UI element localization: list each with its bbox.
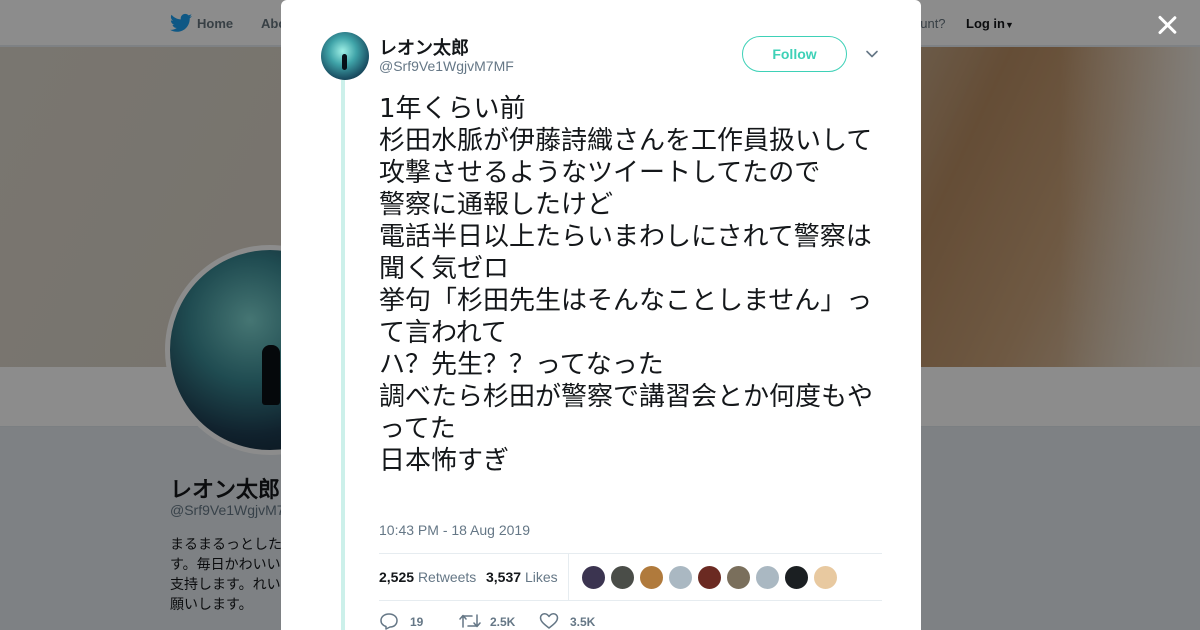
likes-label: Likes [524,569,558,585]
likes-stat[interactable]: 3,537 Likes [486,569,558,585]
liker-avatar-9[interactable] [813,565,838,590]
liker-avatar-8[interactable] [784,565,809,590]
author-avatar[interactable] [321,32,369,80]
author-name[interactable]: レオン太郎 [379,34,469,60]
liker-avatar-5[interactable] [697,565,722,590]
author-handle[interactable]: @Srf9Ve1WgjvM7MF [379,58,514,74]
retweet-icon [459,614,481,628]
like-action-count: 3.5K [570,615,596,629]
close-icon[interactable] [1154,12,1180,38]
stats-divider [568,554,569,601]
liker-avatar-7[interactable] [755,565,780,590]
retweet-action-count: 2.5K [490,615,516,629]
chevron-down-icon[interactable] [865,47,879,61]
reply-count: 19 [410,615,424,629]
thread-line [341,80,345,630]
liker-avatar-3[interactable] [639,565,664,590]
heart-icon [539,613,559,629]
avatar-figure [342,54,347,70]
tweet-stats: 2,525 Retweets 3,537 Likes [379,553,882,601]
retweets-label: Retweets [417,569,477,585]
tweet-text: 1年くらい前 杉田水脈が伊藤詩織さんを工作員扱いして 攻撃させるようなツイートし… [379,94,874,476]
liker-avatar-1[interactable] [581,565,606,590]
follow-button[interactable]: Follow [742,36,847,72]
tweet-timestamp[interactable]: 10:43 PM - 18 Aug 2019 [379,522,530,538]
retweets-stat[interactable]: 2,525 Retweets [379,569,476,585]
tweet-modal: レオン太郎 @Srf9Ve1WgjvM7MF Follow 1年くらい前 杉田水… [281,0,921,630]
like-count: 3,537 [486,569,522,585]
liker-avatar-4[interactable] [668,565,693,590]
reply-icon [380,613,398,630]
retweet-count: 2,525 [379,569,415,585]
liker-avatar-2[interactable] [610,565,635,590]
liker-avatar-6[interactable] [726,565,751,590]
tweet-actions: 19 2.5K 3.5K [379,612,679,630]
